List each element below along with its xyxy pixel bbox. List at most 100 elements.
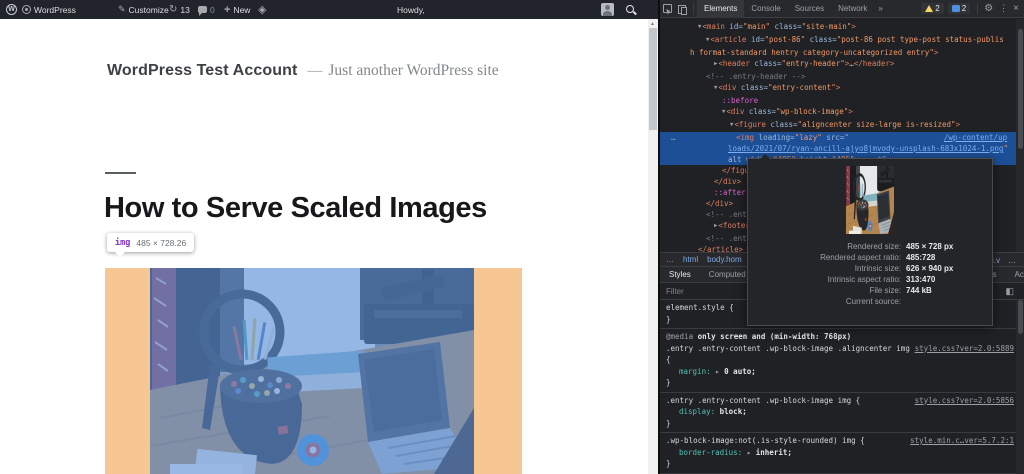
new-content-menu[interactable]: + New: [224, 0, 250, 19]
new-label: New: [233, 5, 250, 15]
howdy-label: Howdy,: [397, 5, 425, 15]
sidebar-toggle-icon[interactable]: ◧: [1005, 286, 1014, 297]
wp-logo-menu[interactable]: W: [6, 0, 17, 19]
code-token: </header>: [854, 59, 895, 68]
code-token: >: [836, 83, 841, 92]
code-token: ::before: [722, 96, 758, 105]
title-separator: —: [307, 63, 322, 79]
devtools-tab-elements[interactable]: Elements: [697, 0, 744, 18]
tree-node[interactable]: ▶<header class="entry-header">…</header>: [660, 58, 1018, 71]
page-scrollbar[interactable]: ▲: [648, 0, 658, 474]
issues-badge[interactable]: 2: [948, 3, 970, 14]
devtools-toolbar: ElementsConsoleSourcesNetwork » 2 2 ⚙ ⋮ …: [660, 0, 1024, 18]
post-image: [150, 268, 474, 474]
css-property[interactable]: display: block;: [666, 406, 1014, 418]
devtools-tabs: ElementsConsoleSourcesNetwork: [697, 0, 874, 18]
code-token: id=: [746, 35, 764, 44]
code-token: "main": [743, 22, 770, 31]
code-token: ▼: [698, 35, 709, 46]
plugin-menu[interactable]: ◈: [258, 0, 266, 19]
sidebar-tab-styles[interactable]: Styles: [660, 266, 700, 283]
close-devtools-icon[interactable]: ×: [1013, 3, 1019, 14]
image-info-row: Rendered aspect ratio:485:728: [748, 252, 992, 263]
code-token: ▶: [706, 221, 717, 232]
more-tabs-button[interactable]: »: [874, 4, 886, 13]
image-info-rows: Rendered size:485 × 728 pxRendered aspec…: [748, 241, 992, 307]
rule-selector[interactable]: .entry .entry-content .wp-block-image im…: [666, 396, 860, 405]
elements-scrollbar[interactable]: [1016, 19, 1024, 252]
screenshot-root: W WordPress ✎ Customize ↻ 13 0 + New: [0, 0, 1024, 474]
customize-menu[interactable]: ✎ Customize: [118, 0, 169, 19]
code-token: <img: [736, 133, 754, 142]
code-token: <figure: [734, 120, 766, 129]
breadcrumb[interactable]: …: [1008, 256, 1016, 265]
image-thumbnail: [846, 166, 894, 234]
my-sites-menu[interactable]: WordPress: [22, 0, 76, 19]
code-token: </div>: [714, 177, 741, 186]
wordpress-logo-icon: W: [6, 4, 17, 15]
code-token: src=: [822, 133, 845, 142]
updates-menu[interactable]: ↻ 13: [169, 0, 190, 19]
code-token: ::after: [714, 188, 746, 197]
rule-selector[interactable]: .entry .entry-content .wp-block-image .a…: [666, 344, 910, 365]
tree-node[interactable]: ▼<main id="main" class="site-main">: [660, 21, 1018, 34]
post-image-block: [105, 268, 522, 474]
styles-rules: element.style {}@media only screen and (…: [660, 300, 1018, 474]
howdy-menu[interactable]: Howdy,: [397, 0, 425, 19]
stylesheet-link[interactable]: style.min.c…ver=5.7.2:1: [910, 435, 1014, 447]
site-title-link[interactable]: WordPress Test Account: [107, 62, 297, 79]
diamond-icon: ◈: [258, 3, 266, 16]
warnings-badge[interactable]: 2: [921, 3, 943, 14]
user-avatar[interactable]: [601, 0, 614, 19]
scrollbar-up-icon[interactable]: ▲: [650, 21, 655, 27]
element-highlight-overlay: [150, 268, 474, 474]
tree-node[interactable]: ▼<article id="post-86" class="post-86 po…: [660, 34, 1018, 58]
admin-search[interactable]: [625, 0, 636, 19]
rule-selector[interactable]: .wp-block-image:not(.is-style-rounded) i…: [666, 436, 865, 445]
comments-menu[interactable]: 0: [198, 0, 215, 19]
breadcrumb[interactable]: body.hom: [707, 255, 742, 264]
breadcrumb[interactable]: html: [683, 255, 698, 264]
my-sites-icon: [22, 5, 31, 14]
tree-node[interactable]: ::before: [660, 95, 1018, 106]
updates-icon: ↻: [169, 5, 177, 15]
tree-node[interactable]: <!-- .entry-header -->: [660, 71, 1018, 82]
stylesheet-link[interactable]: style.css?ver=2.0:5856: [915, 395, 1014, 407]
code-token: class=: [770, 22, 802, 31]
site-header: WordPress Test Account — Just another Word…: [107, 62, 499, 80]
devtools-tab-console[interactable]: Console: [744, 0, 787, 18]
breadcrumb[interactable]: …: [666, 255, 674, 264]
tree-node[interactable]: ▼<div class="entry-content">: [660, 82, 1018, 95]
code-token: class=: [750, 59, 782, 68]
code-token: ▼: [722, 120, 733, 131]
tree-node[interactable]: ▼<figure class="aligncenter size-large i…: [660, 119, 1018, 132]
tree-node[interactable]: ▼<div class="wp-block-image">: [660, 106, 1018, 119]
code-token: class=: [805, 35, 837, 44]
settings-gear-icon[interactable]: ⚙: [984, 3, 993, 14]
stylesheet-link[interactable]: style.css?ver=2.0:5889: [915, 343, 1014, 355]
node-menu-dots[interactable]: …: [663, 132, 677, 143]
code-token: loading=: [754, 133, 795, 142]
styles-scrollbar[interactable]: [1016, 300, 1024, 474]
device-toolbar-icon[interactable]: [678, 4, 687, 13]
margin-highlight-left: [105, 268, 150, 474]
scrollbar-thumb[interactable]: [649, 28, 657, 130]
updates-count: 13: [180, 5, 189, 15]
inspect-element-icon[interactable]: [663, 4, 672, 13]
sidebar-tab-accessibility[interactable]: Accessibility: [1006, 266, 1024, 283]
css-property[interactable]: margin: ▸ 0 auto;: [666, 366, 1014, 378]
css-property[interactable]: border-radius: ▸ inherit;: [666, 447, 1014, 459]
image-preview-popup: Rendered size:485 × 728 pxRendered aspec…: [747, 158, 993, 326]
devtools-tab-sources[interactable]: Sources: [788, 0, 831, 18]
code-token: ▶: [706, 59, 717, 70]
devtools-tab-network[interactable]: Network: [831, 0, 874, 18]
more-options-icon[interactable]: ⋮: [999, 3, 1008, 14]
rule-selector[interactable]: element.style {: [666, 303, 734, 312]
expand-shorthand-icon[interactable]: ▸: [715, 367, 724, 376]
code-token: class=: [744, 107, 776, 116]
site-tagline: Just another WordPress site: [328, 62, 498, 79]
expand-shorthand-icon[interactable]: ▸: [747, 448, 756, 457]
image-info-row: Intrinsic aspect ratio:313:470: [748, 274, 992, 285]
code-token: <div: [718, 83, 736, 92]
style-rule: style.css?ver=2.0:5856 .entry .entry-cont…: [660, 393, 1018, 434]
